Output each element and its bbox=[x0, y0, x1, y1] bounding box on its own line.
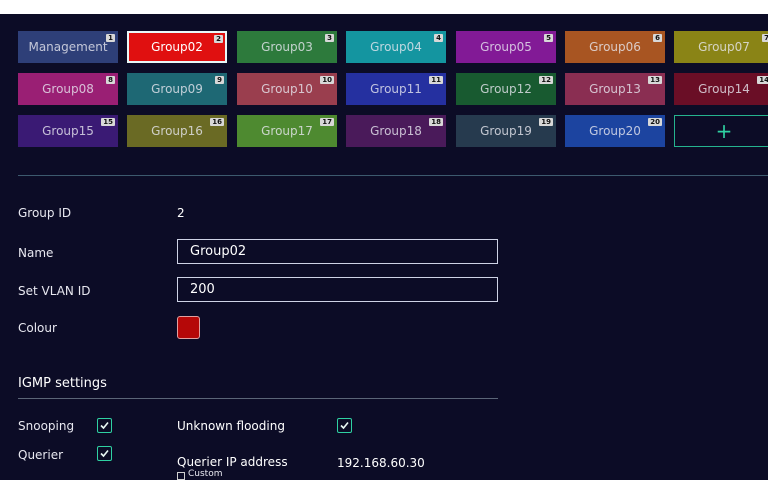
group-tile-label: Group13 bbox=[589, 82, 641, 96]
group-number-badge: 17 bbox=[320, 118, 334, 126]
group-number-badge: 10 bbox=[320, 76, 334, 84]
group-tile-label: Group15 bbox=[42, 124, 94, 138]
igmp-divider bbox=[18, 398, 498, 399]
unknown-flooding-checkbox[interactable] bbox=[337, 418, 352, 433]
group-tile-label: Group02 bbox=[151, 40, 203, 54]
snooping-checkbox[interactable] bbox=[97, 418, 112, 433]
group-number-badge: 2 bbox=[214, 35, 223, 43]
querier-label: Querier bbox=[18, 448, 64, 462]
vlan-id-input[interactable]: 200 bbox=[177, 277, 498, 302]
checkmark-icon bbox=[100, 421, 109, 430]
group-tile[interactable]: Group13 13 bbox=[565, 73, 665, 105]
group-id-value: 2 bbox=[177, 206, 185, 220]
group-number-badge: 18 bbox=[429, 118, 443, 126]
group-number-badge: 8 bbox=[106, 76, 115, 84]
group-number-badge: 16 bbox=[210, 118, 224, 126]
vlan-id-label: Set VLAN ID bbox=[18, 284, 91, 298]
group-tile[interactable]: Group02 2 bbox=[127, 31, 227, 63]
group-id-label: Group ID bbox=[18, 206, 72, 220]
group-tile-label: Group05 bbox=[480, 40, 532, 54]
group-number-badge: 5 bbox=[544, 34, 553, 42]
group-number-badge: 13 bbox=[648, 76, 662, 84]
group-number-badge: 20 bbox=[648, 118, 662, 126]
custom-label: Custom bbox=[188, 469, 223, 479]
group-tile[interactable]: Group03 3 bbox=[237, 31, 337, 63]
group-tile[interactable]: Group14 14 bbox=[674, 73, 768, 105]
group-tile-label: Group03 bbox=[261, 40, 313, 54]
group-tile-label: Group10 bbox=[261, 82, 313, 96]
group-tiles: Management 1 Group02 2 Group03 3 Group04 4 Group… bbox=[0, 0, 768, 175]
group-number-badge: 19 bbox=[539, 118, 553, 126]
group-tile[interactable]: Group15 15 bbox=[18, 115, 118, 147]
add-group-button[interactable]: + bbox=[674, 115, 768, 147]
group-tile-label: Group16 bbox=[151, 124, 203, 138]
group-tile[interactable]: Group16 16 bbox=[127, 115, 227, 147]
group-tile[interactable]: Group05 5 bbox=[456, 31, 556, 63]
group-tile[interactable]: Group20 20 bbox=[565, 115, 665, 147]
checkmark-icon bbox=[100, 449, 109, 458]
snooping-label: Snooping bbox=[18, 419, 75, 433]
group-number-badge: 14 bbox=[757, 76, 768, 84]
colour-swatch[interactable] bbox=[177, 316, 200, 339]
group-tile[interactable]: Group11 11 bbox=[346, 73, 446, 105]
checkmark-icon bbox=[340, 421, 349, 430]
group-tile-label: Group04 bbox=[370, 40, 422, 54]
group-tile[interactable]: Group12 12 bbox=[456, 73, 556, 105]
group-tile[interactable]: Group17 17 bbox=[237, 115, 337, 147]
group-tile[interactable]: Group07 7 bbox=[674, 31, 768, 63]
group-tile-label: Group12 bbox=[480, 82, 532, 96]
group-tile[interactable]: Management 1 bbox=[18, 31, 118, 63]
name-label: Name bbox=[18, 246, 54, 260]
group-tile-label: Group17 bbox=[261, 124, 313, 138]
unknown-flooding-label: Unknown flooding bbox=[177, 419, 285, 433]
group-tile-label: Group08 bbox=[42, 82, 94, 96]
group-tile-label: Group19 bbox=[480, 124, 532, 138]
section-divider bbox=[18, 175, 768, 176]
group-number-badge: 11 bbox=[429, 76, 443, 84]
group-number-badge: 1 bbox=[106, 34, 115, 42]
plus-icon: + bbox=[715, 119, 733, 143]
name-input[interactable]: Group02 bbox=[177, 239, 498, 264]
group-tile-label: Group07 bbox=[698, 40, 750, 54]
group-tile[interactable]: Group18 18 bbox=[346, 115, 446, 147]
group-number-badge: 6 bbox=[653, 34, 662, 42]
group-tile[interactable]: Group06 6 bbox=[565, 31, 665, 63]
group-tile-label: Group20 bbox=[589, 124, 641, 138]
colour-label: Colour bbox=[18, 321, 57, 335]
group-tile[interactable]: Group10 10 bbox=[237, 73, 337, 105]
group-number-badge: 12 bbox=[539, 76, 553, 84]
custom-checkbox[interactable] bbox=[177, 472, 185, 480]
querier-checkbox[interactable] bbox=[97, 446, 112, 461]
group-tile-label: Group18 bbox=[370, 124, 422, 138]
group-number-badge: 7 bbox=[762, 34, 768, 42]
querier-ip-label: Querier IP address bbox=[177, 455, 288, 469]
group-number-badge: 9 bbox=[215, 76, 224, 84]
group-tile[interactable]: Group08 8 bbox=[18, 73, 118, 105]
group-tile[interactable]: Group04 4 bbox=[346, 31, 446, 63]
group-number-badge: 15 bbox=[101, 118, 115, 126]
group-tile-label: Group11 bbox=[370, 82, 422, 96]
group-tile-label: Group09 bbox=[151, 82, 203, 96]
group-tile-label: Group14 bbox=[698, 82, 750, 96]
group-tile[interactable]: Group09 9 bbox=[127, 73, 227, 105]
igmp-settings-title: IGMP settings bbox=[18, 376, 107, 391]
group-number-badge: 4 bbox=[434, 34, 443, 42]
group-tile[interactable]: Group19 19 bbox=[456, 115, 556, 147]
group-tile-label: Management bbox=[28, 40, 108, 54]
group-number-badge: 3 bbox=[325, 34, 334, 42]
group-tile-label: Group06 bbox=[589, 40, 641, 54]
querier-ip-value: 192.168.60.30 bbox=[337, 456, 425, 470]
